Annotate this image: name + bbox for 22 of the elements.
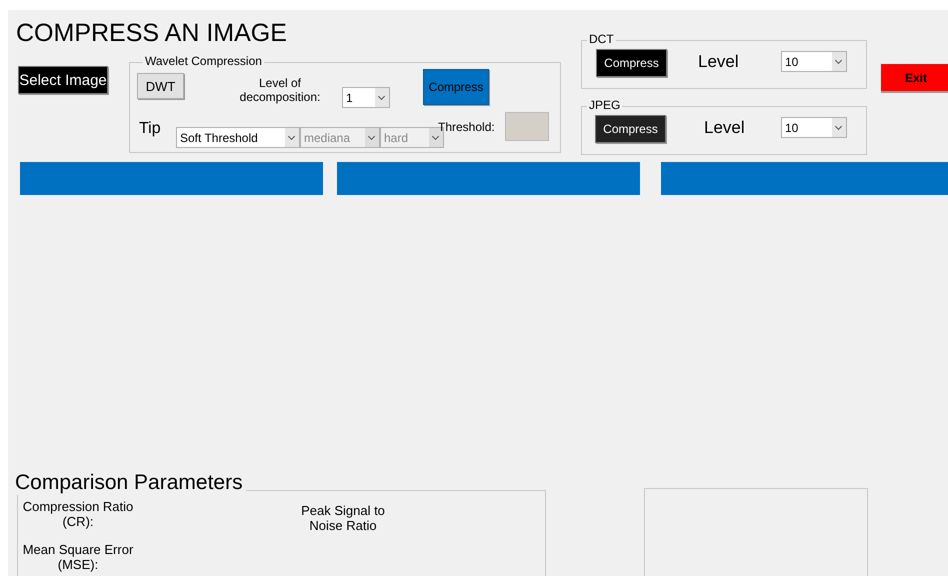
dwt-button[interactable]: DWT — [137, 73, 184, 99]
panel-title: Comparison Parameters — [15, 471, 246, 495]
dropdown[interactable]: Soft Threshold — [176, 127, 300, 148]
panel-title: DCT — [587, 32, 616, 46]
level-dropdown[interactable]: 1 — [342, 87, 390, 108]
select-image-button[interactable]: Select Image — [18, 66, 108, 94]
level-label: Level — [704, 118, 745, 138]
panel-title: Wavelet Compression — [143, 54, 264, 68]
tip-label: Tip — [139, 120, 161, 138]
compress-button[interactable]: Compress — [596, 49, 667, 77]
parameter-label: Compression Ratio (CR): — [22, 499, 134, 529]
window-title: COMPRESS AN IMAGE — [16, 19, 287, 48]
level-label: Level — [698, 52, 739, 72]
compress-button[interactable]: Compress — [423, 69, 489, 105]
parameter-label: Peak Signal to Noise Ratio — [300, 503, 386, 533]
exit-button[interactable]: Exit — [881, 64, 948, 91]
level-dropdown[interactable]: 10 — [781, 51, 847, 72]
parameter-label: Mean Square Error (MSE): — [22, 542, 134, 572]
compress-button[interactable]: Compress — [595, 115, 666, 143]
level-label: Level of decomposition: — [238, 76, 322, 104]
panel-title: JPEG — [587, 98, 622, 112]
level-dropdown[interactable]: 10 — [781, 117, 847, 138]
